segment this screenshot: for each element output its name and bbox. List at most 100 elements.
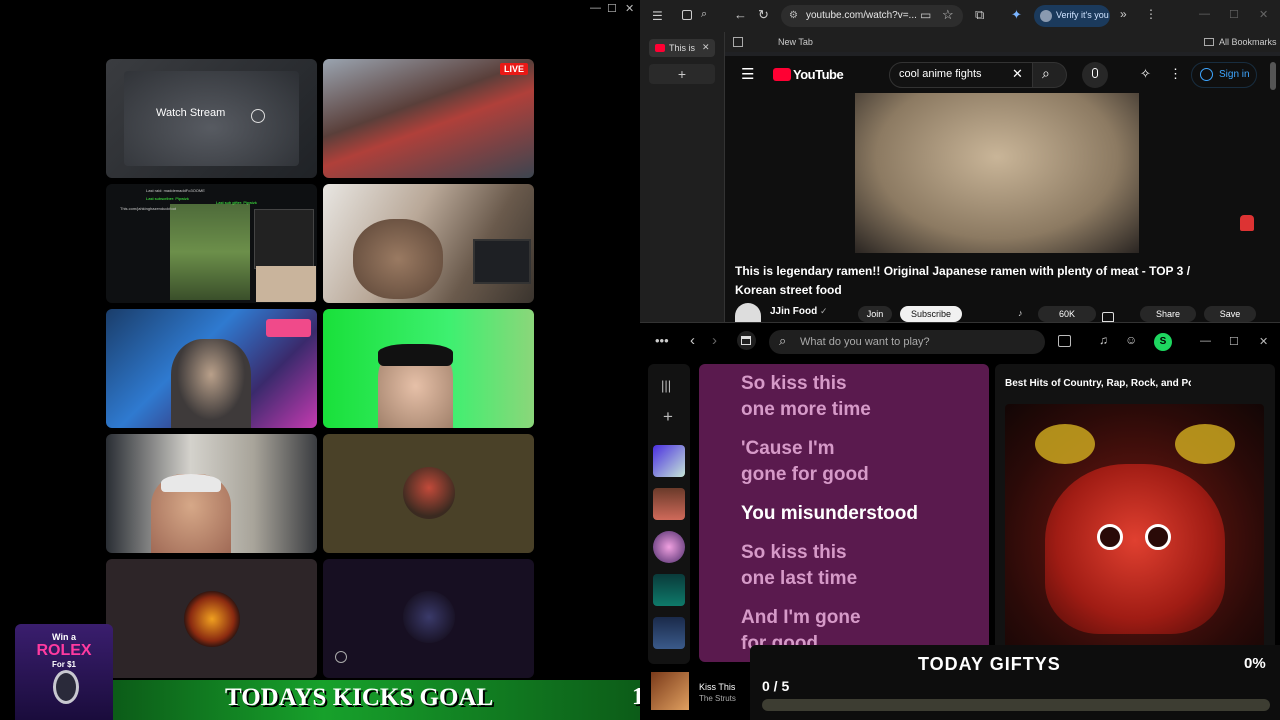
dislike-icon[interactable]: [1102, 312, 1114, 322]
tab-close-icon[interactable]: ✕: [702, 42, 710, 53]
profile-avatar[interactable]: S: [1154, 333, 1172, 351]
back-icon[interactable]: ‹: [690, 332, 695, 349]
more-chevron-icon[interactable]: »: [1120, 7, 1127, 21]
friends-icon[interactable]: ☺: [1125, 333, 1137, 347]
now-playing-cover[interactable]: [651, 672, 689, 710]
library-icon[interactable]: |||: [661, 378, 671, 393]
tab-grid-icon[interactable]: [682, 10, 692, 20]
watch-stream-icon[interactable]: [251, 109, 265, 123]
search-value[interactable]: cool anime fights: [899, 68, 982, 80]
channel-name[interactable]: JJin Food: [770, 306, 817, 317]
minimize-button[interactable]: —: [590, 2, 601, 14]
notifications-icon[interactable]: ♫: [1099, 333, 1108, 347]
live-badge: LIVE: [499, 63, 528, 75]
library-item[interactable]: [653, 488, 685, 520]
clear-search-icon[interactable]: ✕: [1012, 66, 1023, 82]
search-icon[interactable]: ⌕: [1042, 65, 1050, 82]
all-bookmarks-link[interactable]: All Bookmarks: [1219, 37, 1277, 47]
tile-overlay-text: Last subscriber: Pipwizk: [146, 196, 189, 201]
stream-tile-4[interactable]: [323, 184, 534, 303]
back-icon[interactable]: ←: [734, 7, 747, 22]
channel-avatar[interactable]: [735, 303, 761, 322]
verify-label[interactable]: Verify it's you: [1056, 10, 1109, 20]
search-button[interactable]: [1033, 62, 1067, 88]
close-button[interactable]: ✕: [1259, 335, 1268, 348]
bookmark-star-icon[interactable]: ☆: [942, 7, 954, 23]
close-button[interactable]: ✕: [625, 2, 634, 15]
bell-icon[interactable]: ♪: [1018, 308, 1023, 318]
minimize-button[interactable]: —: [1200, 335, 1211, 347]
create-playlist-icon[interactable]: +: [663, 407, 673, 427]
lyric-line[interactable]: So kiss this: [741, 371, 847, 397]
scrollbar[interactable]: [1270, 62, 1276, 90]
extensions-icon[interactable]: ⧉: [975, 7, 984, 23]
stream-tile-7[interactable]: [106, 434, 317, 553]
video-player[interactable]: [855, 93, 1139, 253]
maximize-button[interactable]: ☐: [1229, 335, 1239, 348]
liked-songs-icon[interactable]: [653, 445, 685, 477]
site-info-icon[interactable]: ⚙: [789, 10, 798, 21]
gemini-icon[interactable]: ✦: [1011, 7, 1022, 23]
subscribe-button[interactable]: Subscribe: [900, 306, 962, 322]
stream-tile-9[interactable]: [106, 559, 317, 678]
tile-overlay-text: This.com/jahkinghazenduckfoot: [120, 206, 177, 211]
stream-tile-5[interactable]: [106, 309, 317, 428]
stream-tile-6[interactable]: [323, 309, 534, 428]
settings-menu-icon[interactable]: ⋮: [1169, 66, 1182, 82]
gift-goal-title: TODAY GIFTYS: [918, 654, 1061, 674]
bookmark-new-tab[interactable]: New Tab: [778, 37, 813, 47]
playlist-title[interactable]: Best Hits of Country, Rap, Rock, and Po: [1005, 378, 1191, 389]
muted-icon: [335, 651, 347, 663]
lyric-line[interactable]: one last time: [741, 566, 857, 592]
library-item[interactable]: [653, 617, 685, 649]
like-button[interactable]: 60K: [1038, 306, 1096, 322]
minimize-button[interactable]: —: [1199, 8, 1210, 20]
join-button[interactable]: Join: [858, 306, 892, 322]
cast-icon[interactable]: ▭: [920, 8, 931, 22]
spotify-menu-icon[interactable]: •••: [655, 333, 669, 348]
account-icon[interactable]: [1200, 68, 1213, 81]
gift-icon[interactable]: ✧: [1140, 66, 1151, 82]
apps-icon[interactable]: [733, 37, 743, 47]
library-item[interactable]: [653, 531, 685, 563]
share-button[interactable]: Share: [1140, 306, 1196, 322]
stream-tile-10[interactable]: [323, 559, 534, 678]
browse-icon[interactable]: [1058, 335, 1071, 347]
lyric-line-active[interactable]: You misunderstood: [741, 501, 918, 527]
forward-icon[interactable]: ›: [712, 332, 717, 349]
close-button[interactable]: ✕: [1259, 8, 1268, 21]
stream-tile-3[interactable]: Last subscriber: Pipwizk Last sub gifter…: [106, 184, 317, 303]
library-item[interactable]: [653, 574, 685, 606]
search-icon[interactable]: ⌕: [779, 333, 786, 349]
sign-in-label[interactable]: Sign in: [1219, 69, 1250, 80]
lyric-line[interactable]: gone for good: [741, 462, 869, 488]
hamburger-icon[interactable]: ☰: [741, 65, 754, 83]
new-tab-button[interactable]: +: [649, 64, 715, 84]
lyric-line[interactable]: 'Cause I'm: [741, 436, 835, 462]
stream-tile-2[interactable]: LIVE: [323, 59, 534, 178]
now-playing-artist[interactable]: The Struts: [699, 694, 736, 703]
url-text[interactable]: youtube.com/watch?v=...: [806, 10, 917, 21]
lyric-line[interactable]: And I'm gone: [741, 605, 861, 631]
menu-icon[interactable]: ⋮: [1145, 7, 1157, 21]
tab-search-icon[interactable]: ⌕: [701, 8, 707, 21]
lyric-line[interactable]: one more time: [741, 397, 871, 423]
stream-tile-8[interactable]: [323, 434, 534, 553]
youtube-logo-icon[interactable]: [773, 68, 791, 81]
reload-icon[interactable]: ↻: [758, 7, 769, 23]
maximize-button[interactable]: ☐: [1229, 8, 1239, 21]
tab-title[interactable]: This is: [669, 43, 695, 53]
profile-avatar-icon[interactable]: [1040, 10, 1052, 22]
like-count[interactable]: 60K: [1059, 309, 1075, 319]
now-playing-title[interactable]: Kiss This: [699, 682, 735, 692]
home-glyph[interactable]: [741, 336, 751, 345]
watch-stream-button[interactable]: Watch Stream: [156, 107, 225, 119]
sidebar-toggle-icon[interactable]: ☰: [652, 9, 663, 23]
stream-tile-1[interactable]: Watch Stream: [106, 59, 317, 178]
lyric-line[interactable]: So kiss this: [741, 540, 847, 566]
youtube-logo-text[interactable]: YouTube: [793, 67, 844, 82]
search-placeholder[interactable]: What do you want to play?: [800, 336, 930, 348]
save-button[interactable]: Save: [1204, 306, 1256, 322]
mic-icon[interactable]: [1092, 68, 1098, 78]
maximize-button[interactable]: ☐: [607, 2, 617, 15]
